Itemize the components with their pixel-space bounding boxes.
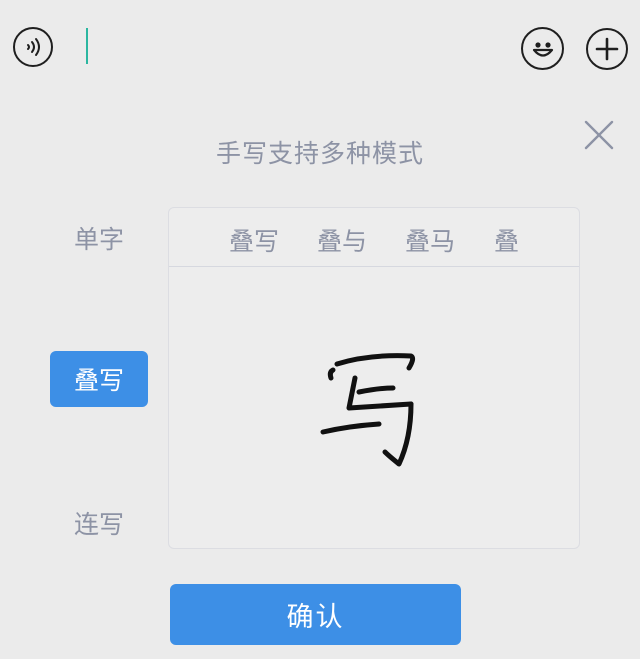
candidate-item[interactable]: 叠: [494, 222, 519, 258]
handwritten-stroke: [320, 353, 416, 467]
candidate-item[interactable]: 叠与: [317, 222, 367, 258]
emoji-icon: [532, 41, 553, 57]
text-caret[interactable]: [86, 28, 88, 64]
mode-hint: 手写支持多种模式: [215, 139, 424, 168]
emoji-button[interactable]: [521, 27, 564, 70]
input-bar: [0, 0, 640, 92]
handwriting-canvas[interactable]: 叠写 叠与 叠马 叠: [168, 207, 580, 549]
mode-single-char[interactable]: 单字: [50, 210, 148, 266]
candidate-item[interactable]: 叠写: [229, 222, 279, 258]
plus-icon: [595, 37, 619, 61]
candidate-item[interactable]: 叠马: [405, 222, 455, 258]
close-button[interactable]: [582, 118, 616, 152]
voice-button[interactable]: [13, 27, 53, 67]
close-icon: [584, 120, 614, 150]
handwriting-input-screen: 手写支持多种模式 单字 叠写 连写 叠写 叠与 叠马 叠 确认: [0, 0, 640, 659]
confirm-button[interactable]: 确认: [170, 584, 461, 645]
more-button[interactable]: [586, 28, 628, 70]
mode-continuous-write[interactable]: 连写: [50, 495, 148, 551]
mode-overlap-write[interactable]: 叠写: [50, 351, 148, 407]
candidate-bar: 叠写 叠与 叠马 叠: [169, 208, 579, 267]
voice-icon: [27, 38, 40, 56]
